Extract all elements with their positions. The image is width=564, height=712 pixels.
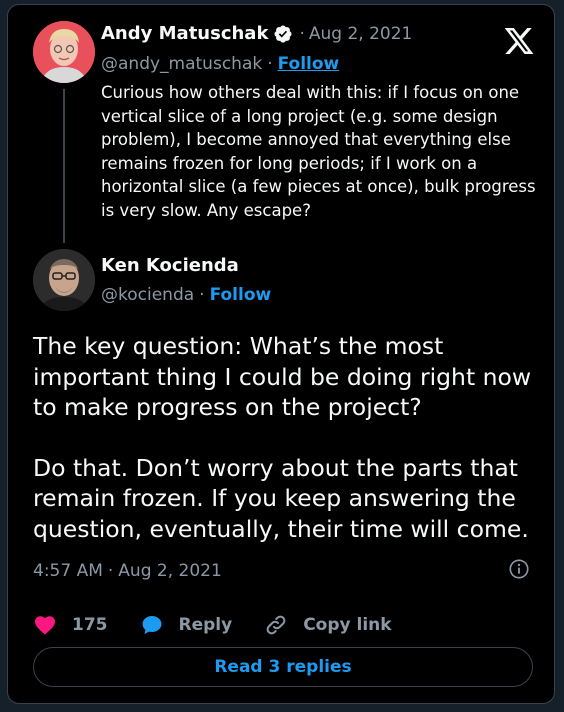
separator-dot: · xyxy=(299,23,305,44)
thread-connector-line xyxy=(63,89,65,243)
tweet-time: 4:57 AM xyxy=(33,561,103,581)
follow-button-andy[interactable]: Follow xyxy=(278,54,340,74)
separator-dot: · xyxy=(107,561,114,581)
tweet-date: Aug 2, 2021 xyxy=(118,561,222,581)
quoted-handle-row: @andy_matuschak · Follow xyxy=(101,54,339,74)
tweet-timestamp[interactable]: 4:57 AM · Aug 2, 2021 xyxy=(33,561,222,581)
heart-icon xyxy=(35,616,55,635)
verified-badge-icon xyxy=(274,24,292,43)
copy-link-action[interactable]: Copy link xyxy=(264,613,392,637)
quoted-author-row: Andy Matuschak · Aug 2, 2021 xyxy=(101,23,412,44)
separator-dot: · xyxy=(199,285,205,305)
separator-dot: · xyxy=(267,54,273,74)
reply-handle-row: @kocienda · Follow xyxy=(101,285,271,305)
like-count: 175 xyxy=(72,615,108,635)
reply-author-handle[interactable]: @kocienda xyxy=(101,285,194,305)
read-replies-label: Read 3 replies xyxy=(214,657,352,677)
like-action[interactable]: 175 xyxy=(33,613,108,637)
link-icon xyxy=(266,615,286,635)
embedded-tweet-card: Andy Matuschak · Aug 2, 2021 @andy_matus… xyxy=(7,4,555,704)
quoted-author-handle[interactable]: @andy_matuschak xyxy=(101,54,262,74)
reply-label: Reply xyxy=(178,615,233,635)
reply-author-row: Ken Kocienda xyxy=(101,255,239,276)
reply-tweet-text: The key question: What’s the most import… xyxy=(33,331,553,544)
info-icon[interactable] xyxy=(508,558,530,580)
quoted-tweet-text: Curious how others deal with this: if I … xyxy=(101,83,536,220)
read-replies-button[interactable]: Read 3 replies xyxy=(33,647,533,687)
quoted-author-name[interactable]: Andy Matuschak xyxy=(101,23,268,44)
reply-paragraph-2: Do that. Don’t worry about the parts tha… xyxy=(33,453,529,543)
avatar-andy-matuschak[interactable] xyxy=(33,21,95,83)
quoted-tweet-date[interactable]: Aug 2, 2021 xyxy=(309,24,413,44)
reply-author-name[interactable]: Ken Kocienda xyxy=(101,255,239,276)
copy-link-label: Copy link xyxy=(303,615,392,635)
reply-paragraph-1: The key question: What’s the most import… xyxy=(33,332,532,421)
x-logo-icon[interactable] xyxy=(503,25,535,57)
reply-action[interactable]: Reply xyxy=(140,613,233,637)
follow-button-ken[interactable]: Follow xyxy=(210,285,272,305)
tweet-actions-bar: 175 Reply Copy link xyxy=(33,611,424,639)
avatar-ken-kocienda[interactable] xyxy=(33,249,95,311)
reply-bubble-icon xyxy=(142,616,161,634)
